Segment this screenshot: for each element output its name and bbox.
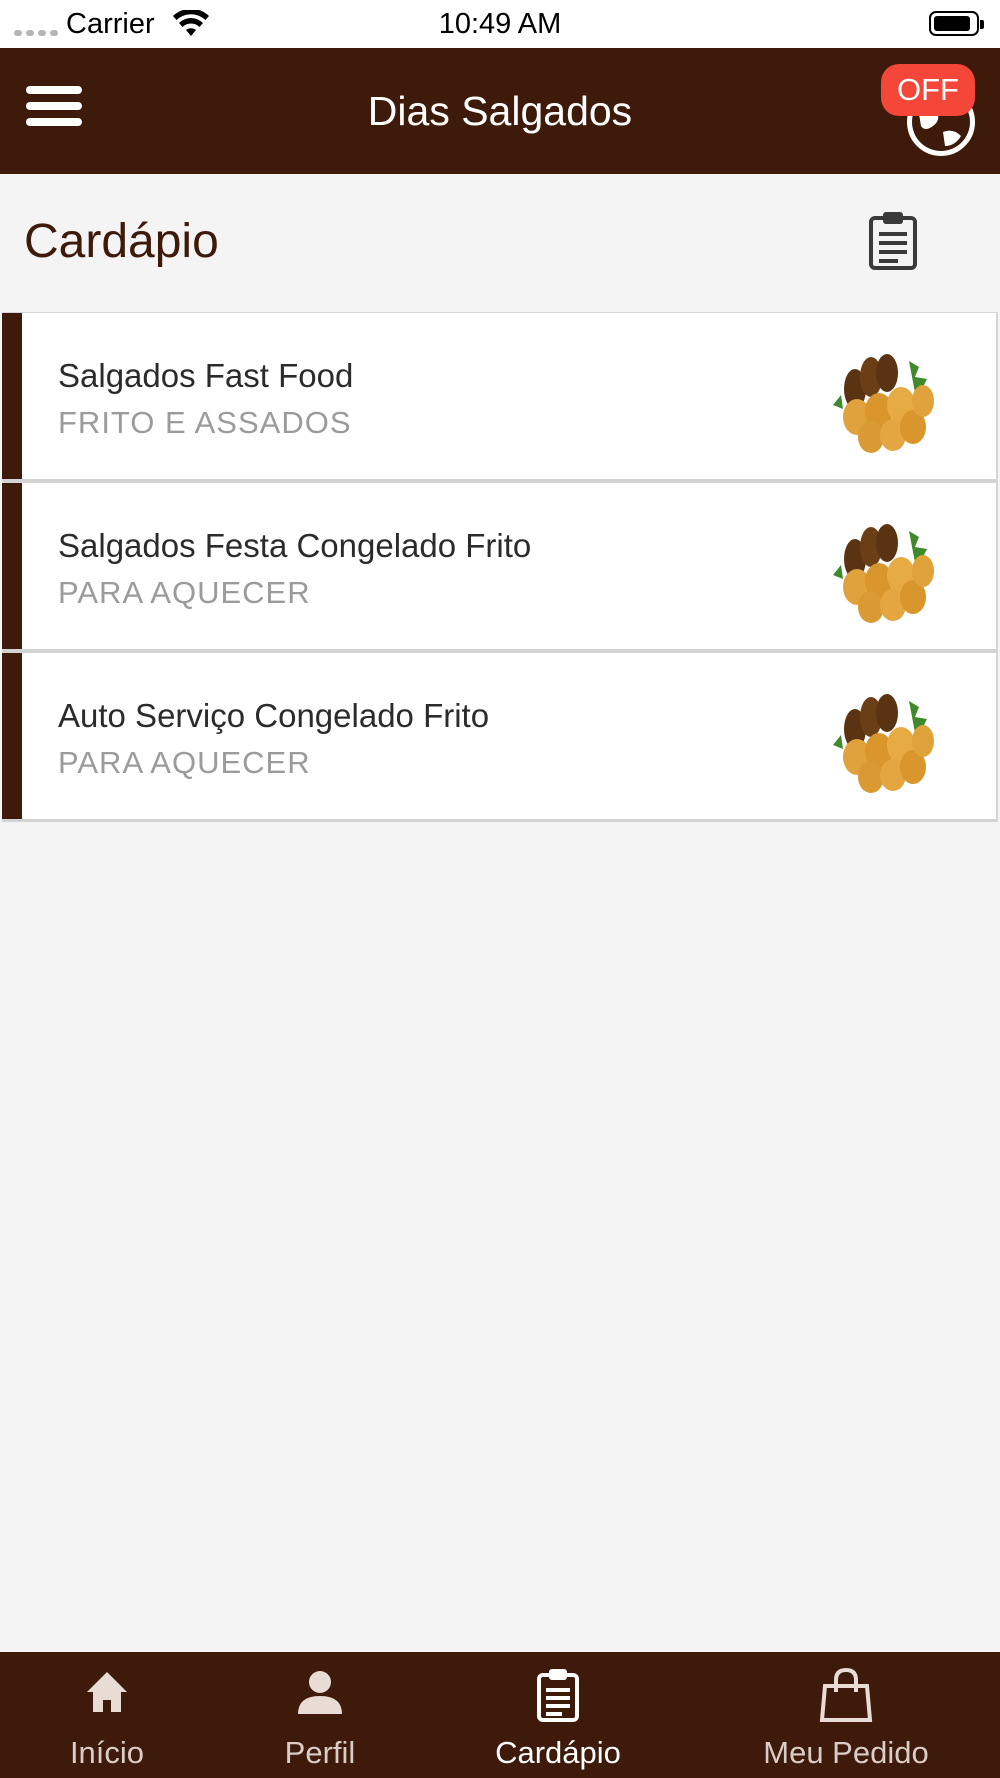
row-accent — [2, 313, 22, 479]
home-icon — [83, 1668, 131, 1721]
app-header: Dias Salgados OFF — [0, 48, 1000, 174]
tab-bar: Início Perfil Cardápio Meu Pedido — [0, 1652, 1000, 1778]
category-thumbnail — [827, 509, 947, 629]
tab-label: Perfil — [284, 1735, 356, 1770]
app-title: Dias Salgados — [367, 88, 633, 134]
list-item[interactable]: Auto Serviço Congelado Frito PARA AQUECE… — [2, 652, 998, 822]
category-subtitle: FRITO E ASSADOS — [58, 405, 352, 440]
category-name: Salgados Fast Food — [58, 357, 354, 394]
category-name: Salgados Festa Congelado Frito — [58, 527, 532, 564]
category-name: Auto Serviço Congelado Frito — [58, 697, 490, 734]
status-badge: OFF — [881, 64, 975, 116]
tab-label: Início — [69, 1735, 145, 1770]
battery-icon — [929, 11, 984, 36]
tab-label: Meu Pedido — [763, 1735, 929, 1770]
tab-cardapio[interactable]: Cardápio — [478, 1652, 638, 1778]
category-list: Salgados Fast Food FRITO E ASSADOS Salga… — [2, 312, 998, 822]
page-title: Cardápio — [24, 215, 219, 268]
list-item[interactable]: Salgados Fast Food FRITO E ASSADOS — [2, 312, 998, 482]
category-subtitle: PARA AQUECER — [58, 745, 311, 780]
category-thumbnail — [827, 679, 947, 799]
clipboard-icon — [536, 1668, 580, 1727]
person-icon — [295, 1668, 345, 1723]
row-accent — [2, 653, 22, 819]
clipboard-icon[interactable] — [868, 210, 924, 274]
tab-label: Cardápio — [495, 1735, 621, 1770]
category-thumbnail — [827, 339, 947, 459]
row-accent — [2, 483, 22, 649]
tab-inicio[interactable]: Início — [30, 1652, 184, 1778]
tab-meu-pedido[interactable]: Meu Pedido — [748, 1652, 944, 1778]
status-bar: Carrier 10:49 AM — [0, 0, 1000, 48]
clock: 10:49 AM — [438, 8, 562, 40]
list-item[interactable]: Salgados Festa Congelado Frito PARA AQUE… — [2, 482, 998, 652]
shopping-bag-icon — [819, 1667, 873, 1727]
category-subtitle: PARA AQUECER — [58, 575, 311, 610]
tab-perfil[interactable]: Perfil — [246, 1652, 394, 1778]
